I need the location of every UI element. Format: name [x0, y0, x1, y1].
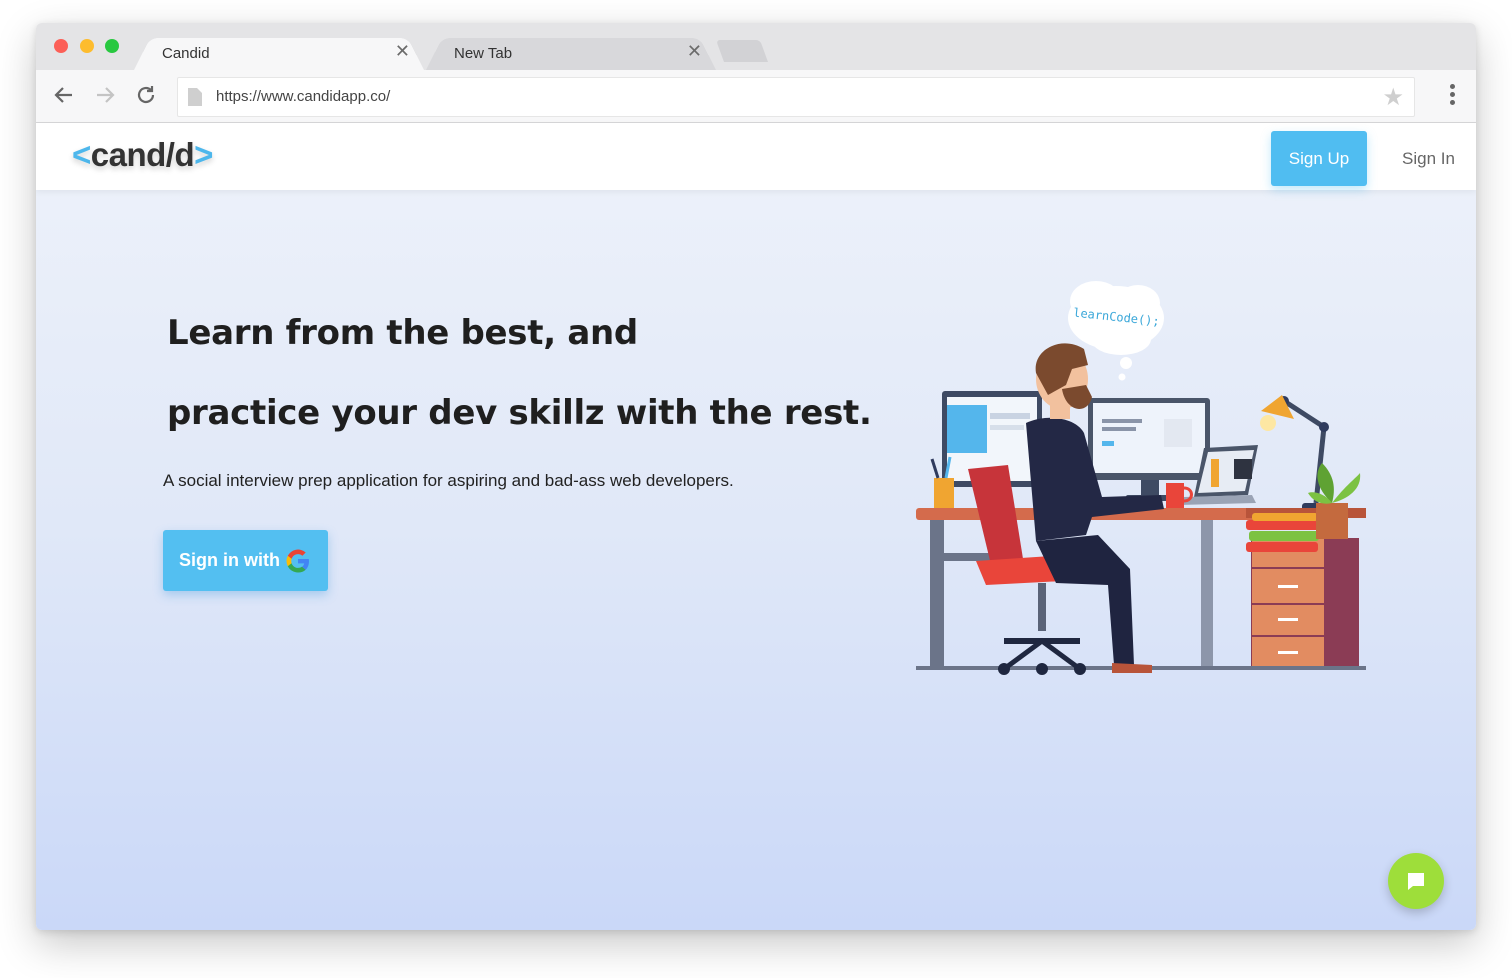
hero-headline-line1: Learn from the best, and	[167, 313, 638, 353]
reload-icon	[137, 86, 155, 104]
tab-title: New Tab	[454, 45, 513, 62]
logo-bracket-left: <	[72, 136, 91, 173]
logo-text: cand/d	[90, 136, 195, 173]
logo-bracket-right: >	[194, 136, 213, 173]
google-logo-icon	[286, 549, 309, 572]
sign-in-with-google-button[interactable]: Sign in with	[163, 530, 328, 591]
candid-logo[interactable]: <cand/d>	[72, 136, 213, 174]
tab-candid[interactable]: Candid ✕	[134, 34, 424, 70]
star-icon[interactable]: ★	[1382, 83, 1404, 112]
kebab-menu-icon[interactable]	[1450, 84, 1456, 108]
back-button[interactable]	[50, 81, 78, 109]
arrow-left-icon	[54, 87, 72, 103]
new-tab-button[interactable]	[715, 40, 769, 62]
sign-up-button[interactable]: Sign Up	[1271, 131, 1367, 186]
google-button-label: Sign in with	[179, 550, 280, 570]
reload-button[interactable]	[132, 81, 160, 109]
browser-window: Candid ✕ New Tab ✕ https://www.candidapp…	[36, 23, 1476, 930]
arrow-right-icon	[97, 87, 115, 103]
browser-toolbar: https://www.candidapp.co/ ★	[36, 70, 1476, 123]
page-icon	[188, 88, 202, 106]
tab-bar: Candid ✕ New Tab ✕	[36, 23, 1476, 71]
address-bar[interactable]: https://www.candidapp.co/ ★	[177, 77, 1415, 117]
page-content: <cand/d> Sign Up Sign In Learn from the …	[36, 123, 1476, 930]
forward-button[interactable]	[91, 81, 119, 109]
url-text: https://www.candidapp.co/	[216, 88, 391, 105]
chat-button[interactable]	[1388, 853, 1444, 909]
chat-bubble-icon	[1408, 873, 1424, 890]
close-tab-icon[interactable]: ✕	[687, 41, 702, 62]
tab-title: Candid	[162, 45, 210, 62]
close-tab-icon[interactable]: ✕	[395, 41, 410, 62]
minimize-window-button[interactable]	[80, 39, 94, 53]
developer-at-desk-illustration: learnCode();	[916, 281, 1366, 675]
maximize-window-button[interactable]	[105, 39, 119, 53]
hero-headline-line2: practice your dev skillz with the rest.	[167, 393, 872, 433]
tab-new-tab[interactable]: New Tab ✕	[426, 34, 716, 70]
sign-in-link[interactable]: Sign In	[1402, 149, 1455, 169]
hero-tagline: A social interview prep application for …	[163, 471, 734, 490]
site-header: <cand/d> Sign Up Sign In	[36, 123, 1476, 190]
close-window-button[interactable]	[54, 39, 68, 53]
